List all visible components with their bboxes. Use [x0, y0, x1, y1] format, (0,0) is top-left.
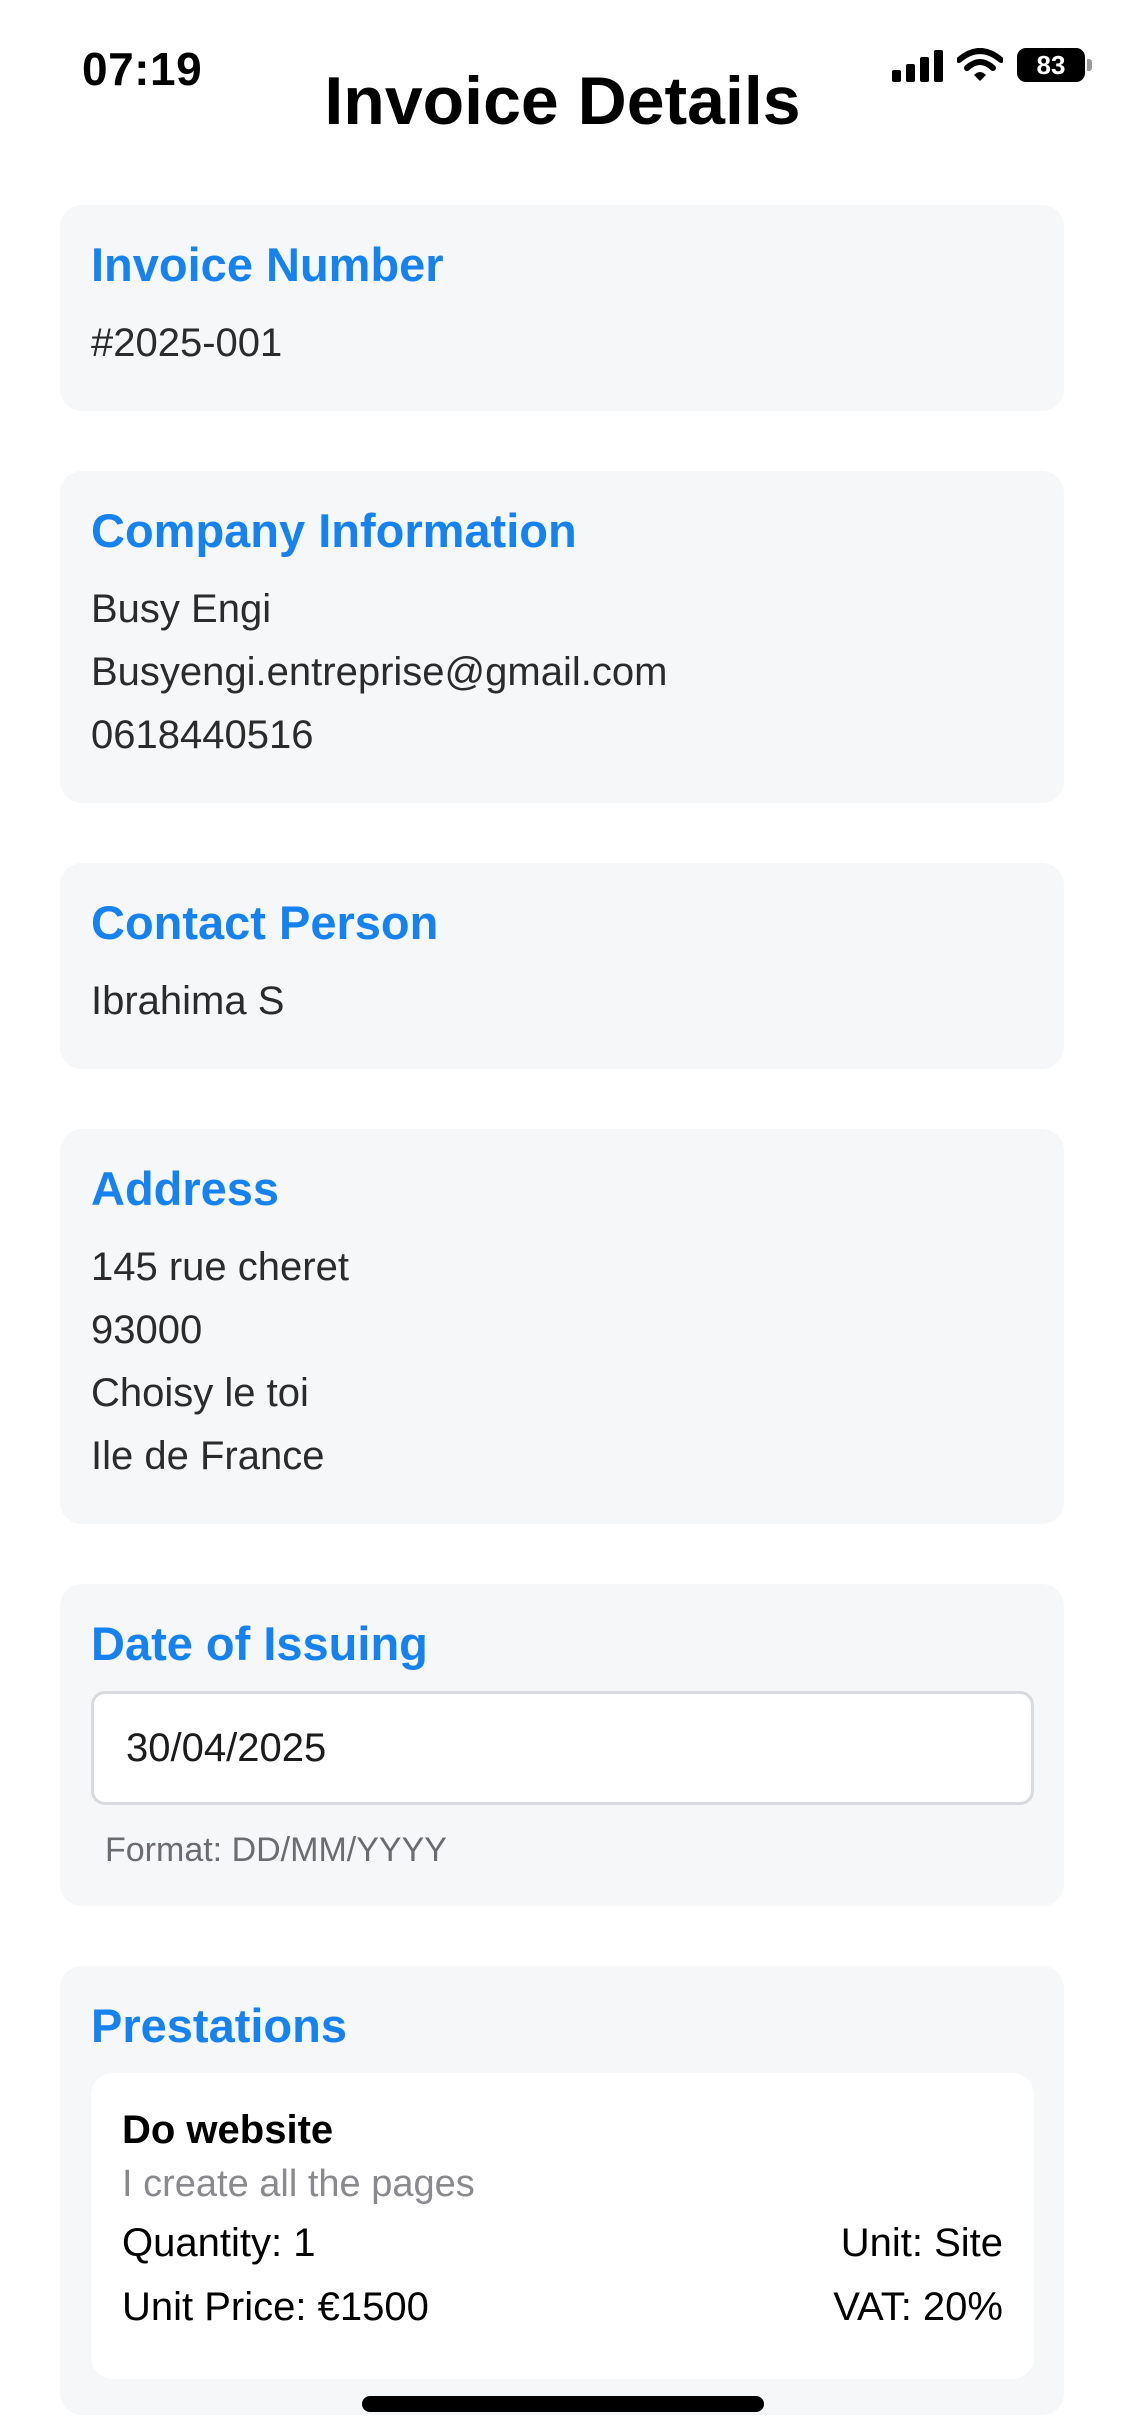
company-phone: 0618440516: [91, 713, 314, 757]
page-title: Invoice Details: [324, 63, 801, 139]
address-postal-code: 93000: [91, 1308, 203, 1352]
prestations-title: Prestations: [91, 1999, 347, 2052]
company-name: Busy Engi: [91, 587, 272, 631]
prestation-description: I create all the pages: [122, 2163, 475, 2205]
contact-person-title: Contact Person: [91, 896, 439, 949]
contact-person-card: Contact Person Ibrahima S: [60, 863, 1064, 1069]
date-of-issuing-title: Date of Issuing: [91, 1617, 428, 1670]
address-street: 145 rue cheret: [91, 1245, 349, 1289]
prestation-unit-price: Unit Price: €1500: [122, 2285, 429, 2329]
invoice-number-value: #2025-001: [91, 321, 283, 365]
invoice-content[interactable]: Invoice Number #2025-001 Company Informa…: [60, 205, 1064, 2436]
invoice-details-screen: 07:19 83 Invoice Details Invoice Number …: [0, 0, 1125, 2436]
address-title: Address: [91, 1162, 280, 1215]
contact-person-name: Ibrahima S: [91, 979, 285, 1023]
address-city: Choisy le toi: [91, 1371, 309, 1415]
company-information-title: Company Information: [91, 504, 577, 557]
prestations-card: Prestations Do website I create all the …: [60, 1966, 1064, 2415]
prestation-unit: Unit: Site: [840, 2221, 1003, 2265]
prestation-name: Do website: [122, 2108, 334, 2152]
home-indicator[interactable]: [362, 2396, 764, 2412]
date-of-issuing-input[interactable]: 30/04/2025: [91, 1691, 1034, 1805]
company-information-card: Company Information Busy Engi Busyengi.e…: [60, 471, 1064, 803]
prestation-item[interactable]: Do website I create all the pages Quanti…: [91, 2073, 1034, 2379]
prestation-quantity: Quantity: 1: [122, 2221, 316, 2265]
date-of-issuing-card: Date of Issuing 30/04/2025 Format: DD/MM…: [60, 1584, 1064, 1906]
prestation-quantity-row: Quantity: 1 Unit: Site: [122, 2211, 1003, 2275]
date-format-hint: Format: DD/MM/YYYY: [105, 1831, 447, 1869]
invoice-number-card: Invoice Number #2025-001: [60, 205, 1064, 411]
invoice-number-title: Invoice Number: [91, 238, 444, 291]
address-card: Address 145 rue cheret 93000 Choisy le t…: [60, 1129, 1064, 1524]
prestation-price-row: Unit Price: €1500 VAT: 20%: [122, 2275, 1003, 2339]
company-email: Busyengi.entreprise@gmail.com: [91, 650, 668, 694]
address-region: Ile de France: [91, 1434, 325, 1478]
prestation-vat: VAT: 20%: [833, 2285, 1003, 2329]
